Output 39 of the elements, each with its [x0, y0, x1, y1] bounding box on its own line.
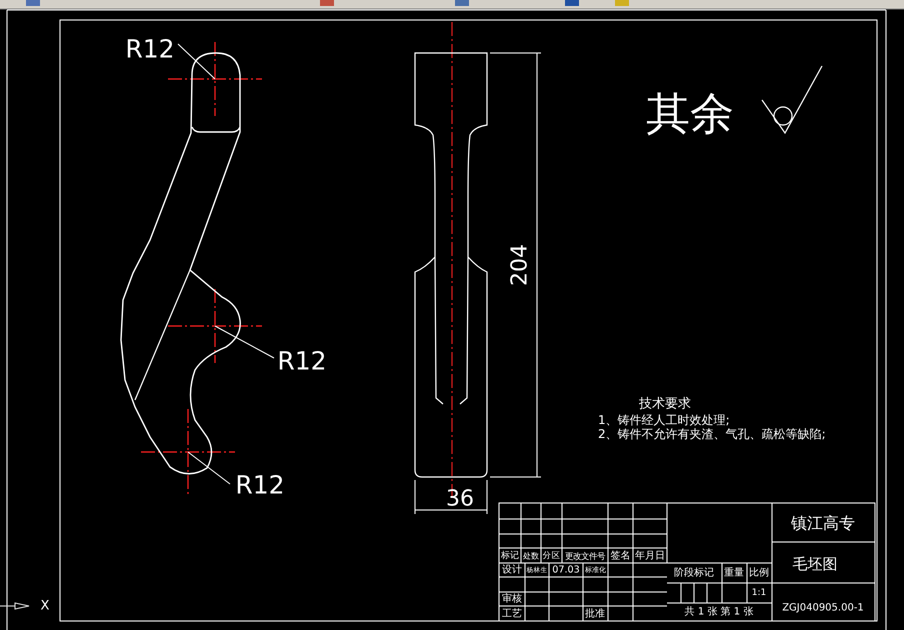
toolbar-button[interactable]: [320, 0, 334, 6]
cell-text: 比例: [749, 568, 769, 578]
cell-text: 07.03: [552, 564, 580, 576]
surface-roughness-symbol: [762, 66, 823, 134]
dimension-text: 204: [508, 244, 532, 286]
cell-text: 批准: [585, 608, 605, 620]
requirement-text: 2、铸件不允许有夹渣、气孔、疏松等缺陷;: [598, 427, 826, 441]
surface-note: 其余: [646, 88, 734, 140]
radius-label: R12: [277, 346, 327, 376]
leader-line: [188, 452, 230, 484]
cell-text: 工艺: [502, 608, 522, 620]
cell-text: 共 1 张 第 1 张: [684, 606, 754, 618]
cell-text: 1:1: [752, 588, 766, 598]
cell-text: 审核: [502, 594, 522, 604]
cell-text: 阶段标记: [674, 568, 714, 578]
axis-label: X: [40, 598, 50, 614]
leader-line: [178, 44, 216, 80]
drawing-number: ZGJ040905.00-1: [782, 602, 864, 614]
header-label: 年月日: [635, 550, 665, 562]
header-label: 分区: [542, 551, 560, 561]
radius-label: R12: [235, 470, 285, 500]
toolbar-button[interactable]: [565, 0, 579, 6]
requirement-text: 1、铸件经人工时效处理;: [598, 413, 730, 427]
dimension-text: 36: [446, 486, 474, 512]
drawing-name: 毛坯图: [792, 555, 838, 573]
header-label: 处数: [523, 552, 539, 560]
header-label: 标记: [501, 551, 519, 561]
header-label: 签名: [610, 550, 630, 562]
ucs-icon: [0, 602, 30, 610]
header-label: 更改文件号: [565, 551, 605, 561]
toolbar-button[interactable]: [455, 0, 469, 6]
radius-label: R12: [125, 34, 175, 64]
leader-line: [214, 326, 274, 358]
toolbar-button[interactable]: [615, 0, 629, 6]
cell-text: 设计: [502, 564, 522, 576]
toolbar-button[interactable]: [26, 0, 40, 6]
requirements-title: 技术要求: [639, 396, 691, 412]
school-name: 镇江高专: [791, 514, 855, 532]
cell-text: 重量: [724, 568, 744, 578]
